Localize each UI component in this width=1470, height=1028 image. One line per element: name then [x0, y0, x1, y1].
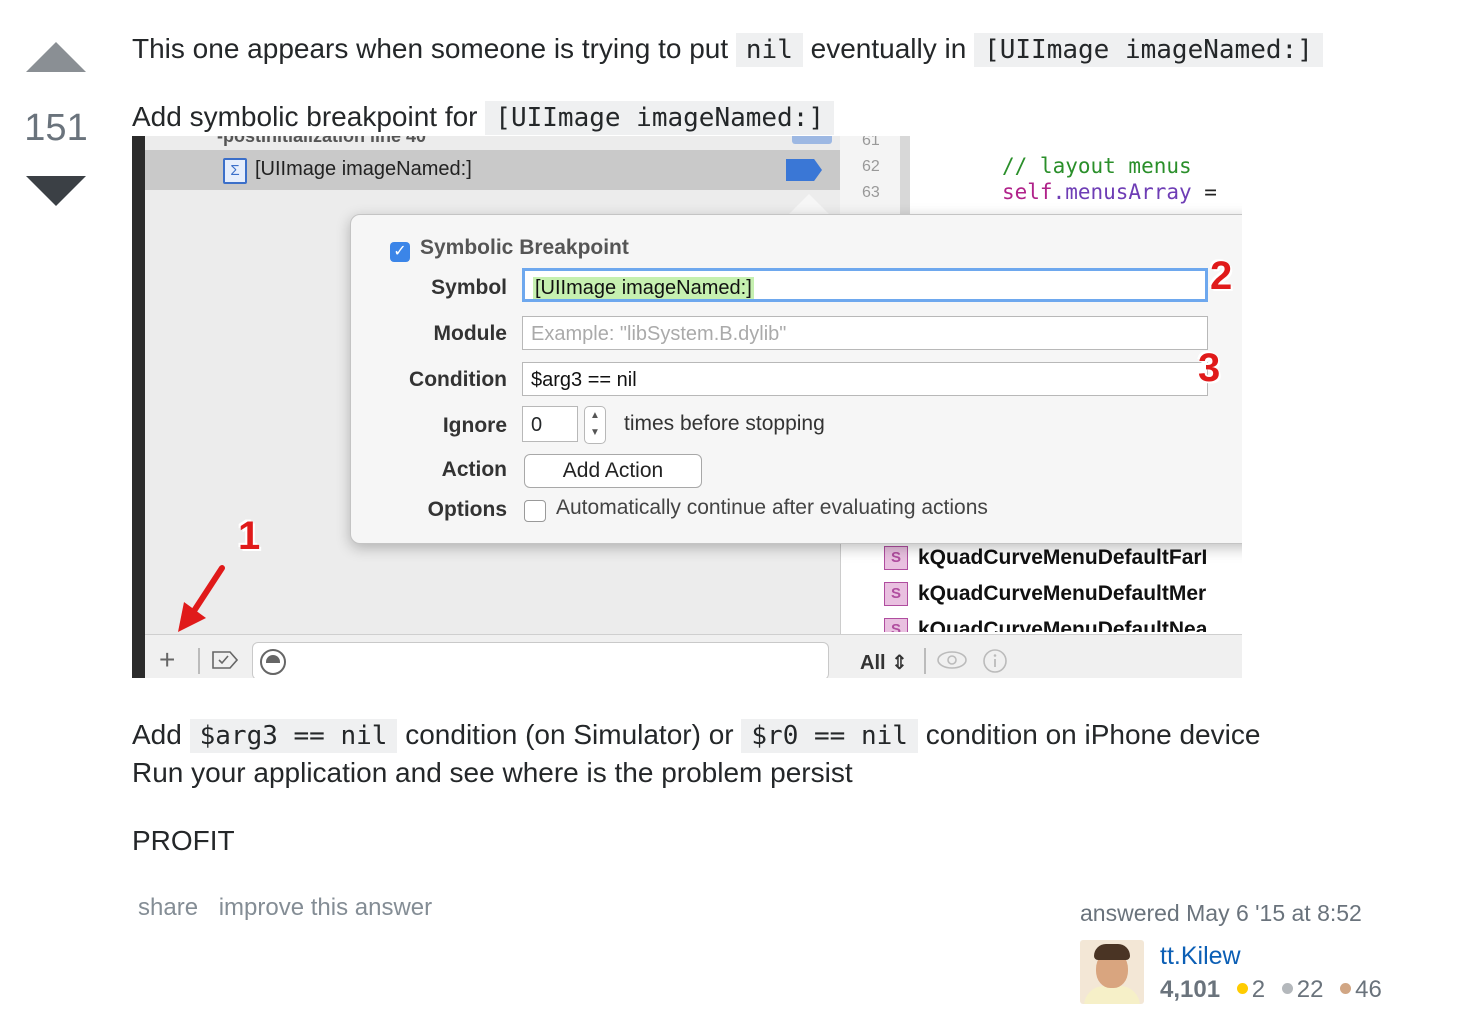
ignore-suffix: times before stopping: [624, 412, 825, 435]
xcode-screenshot-image: -postInitialization line 40 Σ [UIImage i…: [132, 136, 1242, 678]
symbol-name: kQuadCurveMenuDefaultNea: [918, 618, 1208, 632]
avatar-shirt: [1084, 986, 1140, 1004]
add-action-button: Add Action: [524, 454, 702, 488]
line-number: 63: [862, 184, 880, 201]
window-edge: [132, 136, 145, 678]
divider: [198, 648, 200, 674]
condition-label: Condition: [409, 368, 507, 391]
breakpoint-flag-icon: [786, 159, 822, 181]
module-field: Example: "libSystem.B.dylib": [522, 316, 1208, 350]
paragraph-1: This one appears when someone is trying …: [132, 30, 1323, 69]
symbol-row: SkQuadCurveMenuDefaultFarI: [884, 546, 1207, 570]
breakpoint-row: Σ [UIImage imageNamed:]: [145, 150, 840, 190]
breakpoint-flag-icon: [792, 136, 832, 144]
text: This one appears when someone is trying …: [132, 33, 729, 64]
inline-code: [UIImage imageNamed:]: [974, 33, 1323, 67]
symbol-field: [UIImage imageNamed:]: [522, 268, 1208, 302]
line-number: 61: [862, 136, 880, 149]
code-keyword: self: [1002, 180, 1053, 204]
filter-scope-icon: [260, 649, 286, 675]
user-signature: answered May 6 '15 at 8:52 tt.Kilew 4,10…: [1080, 900, 1400, 1004]
red-arrow-icon: [172, 564, 232, 641]
paragraph-4: Run your application and see where is th…: [132, 757, 853, 788]
answered-timestamp: answered May 6 '15 at 8:52: [1080, 900, 1362, 926]
checkbox-checked-icon: ✓: [390, 242, 410, 262]
symbol-s-icon: S: [884, 546, 908, 570]
silver-badge-icon: [1281, 983, 1293, 994]
text: Symbolic Breakpoint: [420, 236, 629, 259]
paragraph-2: Add symbolic breakpoint for [UIImage ima…: [132, 98, 835, 137]
condition-field: $arg3 == nil: [522, 362, 1208, 396]
bronze-badge-count: 46: [1355, 976, 1382, 1003]
paragraph-3: Add $arg3 == nil condition (on Simulator…: [132, 716, 1260, 755]
filter-all-label: All ⇕: [860, 652, 908, 674]
ignore-label: Ignore: [442, 414, 507, 437]
filter-field: [252, 642, 829, 678]
action-label: Action: [441, 458, 507, 481]
avatar-hair: [1094, 944, 1130, 960]
avatar[interactable]: [1080, 940, 1144, 1004]
code-operator: =: [1191, 180, 1217, 204]
symbol-label: Symbol: [431, 276, 507, 299]
reputation-score: 4,101: [1160, 976, 1221, 1003]
breakpoint-toggle-icon: [212, 651, 239, 674]
popover-notch: [787, 194, 831, 216]
symbol-name: kQuadCurveMenuDefaultFarI: [918, 546, 1208, 569]
inline-code: nil: [735, 33, 803, 67]
inline-code: $arg3 == nil: [189, 719, 398, 753]
post-menu: share improve this answer: [138, 894, 446, 922]
options-label: Options: [427, 498, 507, 521]
stepper-icon: ▲ ▼: [584, 406, 606, 444]
symbol-row: SkQuadCurveMenuDefaultMer: [884, 582, 1206, 606]
share-link[interactable]: share: [138, 894, 198, 921]
downvote-arrow-icon[interactable]: [26, 176, 86, 206]
nav-row-partial: -postInitialization line 40: [217, 136, 427, 146]
eye-icon: [936, 648, 968, 677]
code-line: self.menusArray =: [1002, 180, 1217, 204]
checkbox-unchecked-icon: [524, 500, 546, 522]
text: Add symbolic breakpoint for: [132, 101, 478, 132]
code-property: .menusArray: [1052, 180, 1192, 204]
symbol-name: kQuadCurveMenuDefaultMer: [918, 582, 1207, 605]
code-comment: // layout menus: [1002, 154, 1192, 178]
paragraph-5: PROFIT: [132, 825, 235, 856]
text: eventually in: [810, 33, 967, 64]
upvote-arrow-icon[interactable]: [26, 42, 86, 72]
popover-title: ✓ Symbolic Breakpoint: [390, 236, 629, 262]
ignore-field: 0: [522, 406, 578, 442]
divider: [924, 648, 926, 674]
silver-badge-count: 22: [1296, 976, 1324, 1003]
inline-code: [UIImage imageNamed:]: [485, 101, 835, 135]
annotation-number: 3: [1198, 346, 1221, 390]
text: [UIImage imageNamed:]: [533, 277, 754, 299]
annotation-number: 1: [238, 514, 261, 558]
options-text: Automatically continue after evaluating …: [556, 496, 988, 519]
vote-score: 151: [24, 107, 88, 149]
module-label: Module: [433, 322, 508, 345]
vote-column: 151: [20, 36, 92, 206]
inline-code: $r0 == nil: [741, 719, 918, 753]
gold-badge-count: 2: [1251, 976, 1266, 1003]
text: condition on iPhone device: [925, 719, 1261, 750]
user-reputation: 4,101 2 22 46: [1160, 976, 1382, 1004]
user-name-link[interactable]: tt.Kilew: [1160, 942, 1241, 971]
add-breakpoint-icon: +: [159, 644, 176, 675]
symbol-row: SkQuadCurveMenuDefaultNea: [884, 618, 1207, 632]
info-icon: [982, 648, 1008, 678]
symbol-s-icon: S: [884, 618, 908, 632]
improve-answer-link[interactable]: improve this answer: [219, 894, 432, 921]
symbol-s-icon: S: [884, 582, 908, 606]
breakpoint-row-label: [UIImage imageNamed:]: [255, 158, 472, 180]
text: All: [860, 652, 886, 674]
gold-badge-icon: [1236, 983, 1248, 994]
text: Add: [132, 719, 182, 750]
text: condition (on Simulator) or: [405, 719, 734, 750]
annotation-number: 2: [1210, 254, 1233, 298]
bronze-badge-icon: [1340, 983, 1352, 994]
sigma-icon: Σ: [223, 158, 247, 184]
line-number: 62: [862, 158, 880, 175]
